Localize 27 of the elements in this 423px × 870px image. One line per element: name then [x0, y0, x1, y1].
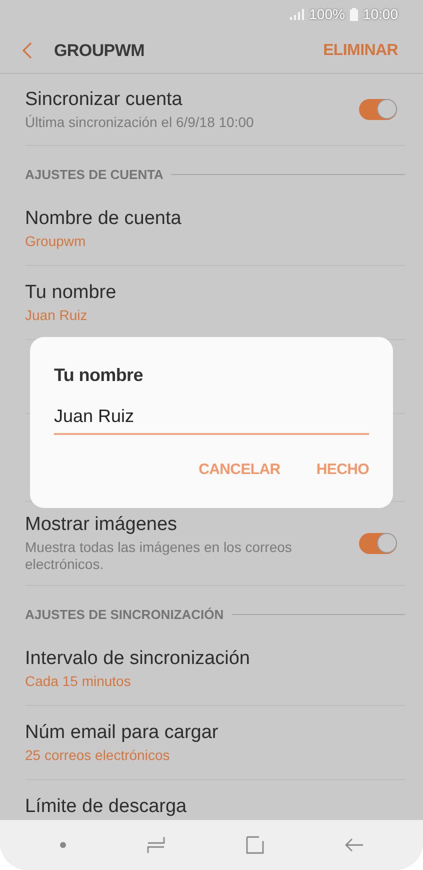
- setting-title[interactable]: Nombre de cuenta: [25, 208, 397, 230]
- recent-apps-icon[interactable]: [147, 836, 166, 854]
- setting-title[interactable]: Límite de descarga: [25, 796, 397, 818]
- setting-title[interactable]: Intervalo de sincronización: [25, 648, 397, 670]
- toggle-switch[interactable]: [359, 99, 397, 120]
- signal-icon: [290, 8, 304, 20]
- dot-icon[interactable]: [60, 842, 66, 848]
- setting-value: Groupwm: [25, 232, 87, 250]
- setting-description: Última sincronización el 6/9/18 10:00: [25, 114, 255, 130]
- setting-value: Cada 15 minutos: [25, 672, 132, 690]
- section-header: AJUSTES DE SINCRONIZACIÓN: [25, 606, 224, 622]
- setting-title[interactable]: Núm email para cargar: [25, 722, 397, 744]
- battery-icon: [350, 8, 358, 20]
- section-header: AJUSTES DE CUENTA: [25, 166, 164, 182]
- setting-title: Sincronizar cuenta: [25, 88, 184, 110]
- setting-value: 25 correos electrónicos: [25, 746, 171, 764]
- setting-description: Muestra todas las imágenes en los correos electrónicos.: [25, 539, 293, 573]
- home-icon[interactable]: [246, 836, 264, 854]
- setting-title[interactable]: Tu nombre: [25, 282, 397, 304]
- toggle-switch[interactable]: [359, 533, 397, 554]
- back-icon[interactable]: [344, 838, 363, 852]
- back-icon[interactable]: [22, 42, 32, 59]
- setting-title: Mostrar imágenes: [25, 514, 178, 536]
- name-input[interactable]: Juan Ruiz: [54, 400, 369, 435]
- screen-title: GROUPWM: [54, 40, 146, 60]
- setting-value: Juan Ruiz: [25, 306, 88, 324]
- dialog-title: Tu nombre: [54, 365, 144, 386]
